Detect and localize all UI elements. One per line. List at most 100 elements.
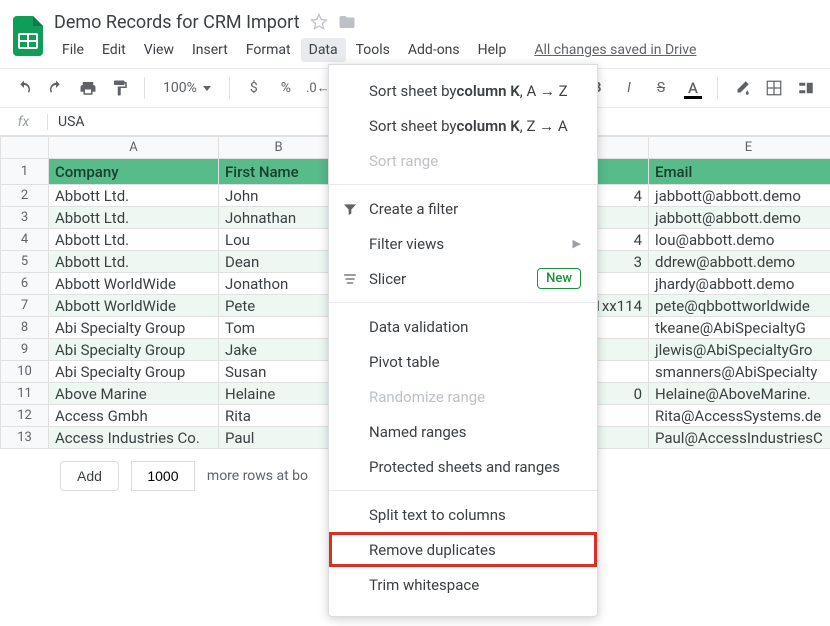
formula-value[interactable]: USA — [48, 114, 85, 130]
cell[interactable]: Helaine@AboveMarine. — [649, 383, 830, 405]
row-number[interactable]: 6 — [1, 273, 49, 295]
menu-trim-whitespace[interactable]: Trim whitespace — [329, 567, 597, 602]
menu-named-ranges[interactable]: Named ranges — [329, 414, 597, 449]
cell[interactable]: Abbott WorldWide — [49, 273, 219, 295]
doc-title[interactable]: Demo Records for CRM Import — [54, 12, 300, 33]
sheets-logo[interactable] — [8, 8, 48, 64]
rows-count-input[interactable] — [131, 461, 195, 491]
cell[interactable]: Paul@AccessIndustriesC — [649, 427, 830, 449]
cell[interactable]: Abbott Ltd. — [49, 251, 219, 273]
cell[interactable]: Tom — [219, 317, 339, 339]
cell[interactable]: Lou — [219, 229, 339, 251]
menu-insert[interactable]: Insert — [184, 38, 236, 62]
cell[interactable]: Jonathon — [219, 273, 339, 295]
cell[interactable]: Abbott Ltd. — [49, 185, 219, 207]
cell[interactable]: Helaine — [219, 383, 339, 405]
borders-button[interactable] — [760, 74, 788, 102]
header-cell[interactable]: Email — [649, 159, 830, 185]
slicer-icon — [341, 270, 359, 288]
save-status[interactable]: All changes saved in Drive — [534, 38, 696, 62]
menu-bar: File Edit View Insert Format Data Tools … — [54, 38, 822, 62]
menu-sort-za[interactable]: Sort sheet by column K, Z → A — [329, 108, 597, 143]
cell[interactable]: Access Industries Co. — [49, 427, 219, 449]
cell[interactable]: jhardy@abbott.demo — [649, 273, 830, 295]
print-button[interactable] — [74, 74, 102, 102]
row-number[interactable]: 1 — [1, 159, 49, 185]
column-header-B[interactable]: B — [219, 137, 339, 159]
menu-addons[interactable]: Add-ons — [400, 38, 468, 62]
add-rows-button[interactable]: Add — [60, 461, 119, 491]
cell[interactable]: jlewis@AbiSpecialtyGro — [649, 339, 830, 361]
row-number[interactable]: 12 — [1, 405, 49, 427]
menu-help[interactable]: Help — [470, 38, 515, 62]
redo-button[interactable] — [42, 74, 70, 102]
paint-format-button[interactable] — [106, 74, 134, 102]
star-icon[interactable] — [310, 13, 328, 31]
cell[interactable]: Jake — [219, 339, 339, 361]
cell[interactable]: Access Gmbh — [49, 405, 219, 427]
cell[interactable]: Pete — [219, 295, 339, 317]
menu-sort-az[interactable]: Sort sheet by column K, A → Z — [329, 73, 597, 108]
menu-format[interactable]: Format — [238, 38, 299, 62]
strike-button[interactable]: S — [647, 74, 675, 102]
cell[interactable]: Johnathan — [219, 207, 339, 229]
cell[interactable]: jabbott@abbott.demo — [649, 207, 830, 229]
cell[interactable]: smanners@AbiSpecialty — [649, 361, 830, 383]
cell[interactable]: Above Marine — [49, 383, 219, 405]
select-all-corner[interactable] — [1, 137, 49, 159]
row-number[interactable]: 3 — [1, 207, 49, 229]
cell[interactable]: Abbott Ltd. — [49, 207, 219, 229]
row-number[interactable]: 9 — [1, 339, 49, 361]
menu-data[interactable]: Data — [301, 38, 346, 62]
cell[interactable]: Susan — [219, 361, 339, 383]
text-color-button[interactable]: A — [679, 74, 707, 102]
zoom-select[interactable]: 100% — [155, 74, 219, 102]
cell[interactable]: Rita@AccessSystems.de — [649, 405, 830, 427]
row-number[interactable]: 2 — [1, 185, 49, 207]
menu-remove-duplicates[interactable]: Remove duplicates — [329, 532, 597, 567]
currency-button[interactable]: $ — [240, 74, 268, 102]
cell[interactable]: pete@qbbottworldwide — [649, 295, 830, 317]
cell[interactable]: Dean — [219, 251, 339, 273]
row-number[interactable]: 10 — [1, 361, 49, 383]
row-number[interactable]: 5 — [1, 251, 49, 273]
cell[interactable]: John — [219, 185, 339, 207]
percent-button[interactable]: % — [272, 74, 300, 102]
cell[interactable]: Rita — [219, 405, 339, 427]
undo-button[interactable] — [10, 74, 38, 102]
folder-icon[interactable] — [338, 13, 356, 31]
menu-edit[interactable]: Edit — [94, 38, 134, 62]
italic-button[interactable]: I — [615, 74, 643, 102]
cell[interactable]: Abi Specialty Group — [49, 339, 219, 361]
menu-view[interactable]: View — [136, 38, 182, 62]
menu-pivot-table[interactable]: Pivot table — [329, 344, 597, 379]
cell[interactable]: Abi Specialty Group — [49, 317, 219, 339]
menu-protected-sheets[interactable]: Protected sheets and ranges — [329, 449, 597, 484]
header-cell[interactable]: Company — [49, 159, 219, 185]
cell[interactable]: Abbott Ltd. — [49, 229, 219, 251]
menu-split-text[interactable]: Split text to columns — [329, 497, 597, 532]
menu-file[interactable]: File — [54, 38, 92, 62]
row-number[interactable]: 13 — [1, 427, 49, 449]
menu-slicer[interactable]: Slicer New — [329, 261, 597, 296]
menu-data-validation[interactable]: Data validation — [329, 309, 597, 344]
cell[interactable]: lou@abbott.demo — [649, 229, 830, 251]
row-number[interactable]: 11 — [1, 383, 49, 405]
column-header-E[interactable]: E — [649, 137, 830, 159]
cell[interactable]: Abi Specialty Group — [49, 361, 219, 383]
merge-button[interactable] — [792, 74, 820, 102]
menu-tools[interactable]: Tools — [348, 38, 398, 62]
cell[interactable]: Paul — [219, 427, 339, 449]
cell[interactable]: tkeane@AbiSpecialtyG — [649, 317, 830, 339]
menu-filter-views[interactable]: Filter views ▶ — [329, 226, 597, 261]
row-number[interactable]: 8 — [1, 317, 49, 339]
row-number[interactable]: 7 — [1, 295, 49, 317]
cell[interactable]: Abbott WorldWide — [49, 295, 219, 317]
cell[interactable]: ddrew@abbott.demo — [649, 251, 830, 273]
row-number[interactable]: 4 — [1, 229, 49, 251]
header-cell[interactable]: First Name — [219, 159, 339, 185]
column-header-A[interactable]: A — [49, 137, 219, 159]
menu-create-filter[interactable]: Create a filter — [329, 191, 597, 226]
cell[interactable]: jabbott@abbott.demo — [649, 185, 830, 207]
fill-color-button[interactable] — [728, 74, 756, 102]
